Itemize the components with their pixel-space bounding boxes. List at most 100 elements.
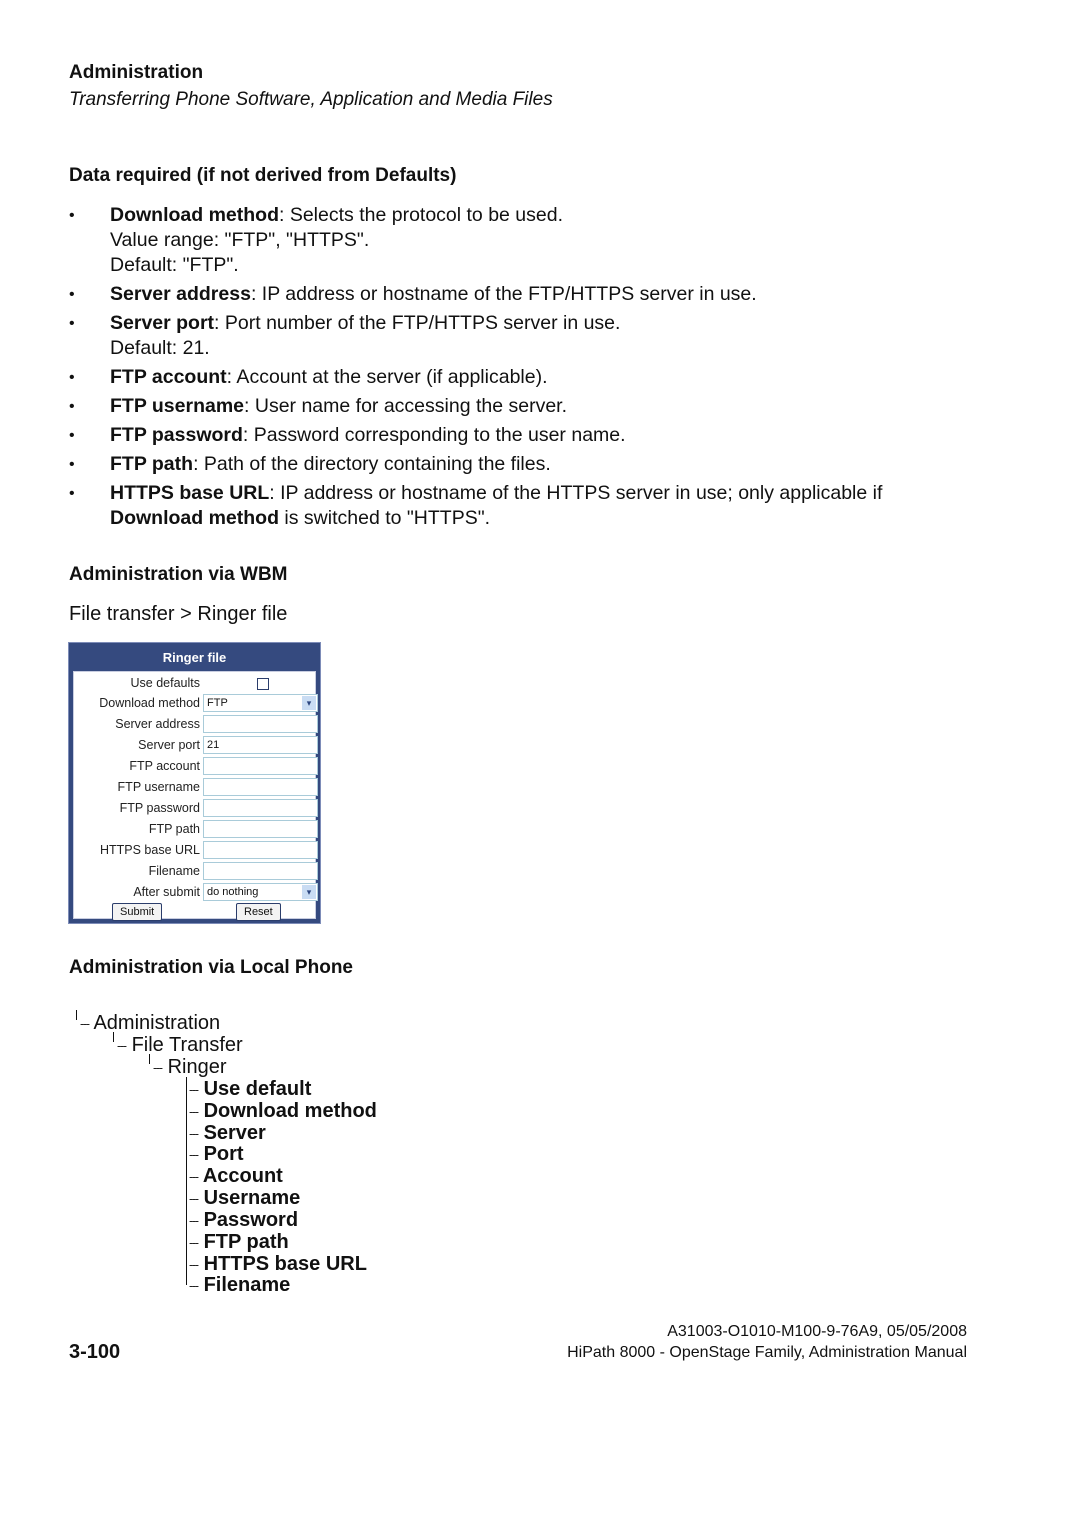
submit-button[interactable]: Submit — [112, 903, 163, 921]
ftp-account-label: FTP account — [129, 759, 200, 773]
after-submit-label: After submit — [133, 885, 200, 899]
ftp-username-input[interactable] — [203, 778, 318, 796]
term: FTP account — [110, 366, 227, 388]
value-range: Value range: "FTP", "HTTPS". — [110, 229, 370, 251]
bullet-icon: • — [69, 485, 75, 502]
tree-dash: --- — [189, 1169, 199, 1184]
row-server-address: Server address — [74, 715, 318, 735]
node-label: File Transfer — [131, 1034, 243, 1056]
tree-dash: --- — [189, 1213, 199, 1228]
download-method-label: Download method — [99, 696, 200, 710]
ringer-file-form: Ringer file Use defaults Download method… — [68, 642, 321, 924]
data-required-heading: Data required (if not derived from Defau… — [69, 165, 457, 186]
row-buttons: Submit Reset — [74, 903, 317, 923]
bullet-icon: • — [69, 398, 75, 415]
document-code: A31003-O1010-M100-9-76A9, 05/05/2008 — [667, 1323, 967, 1340]
tree-connector — [186, 1077, 187, 1285]
term: FTP username — [110, 395, 245, 417]
term: FTP path — [110, 453, 194, 475]
ftp-path-input[interactable] — [203, 820, 318, 838]
list-item-download-method: • Download method: Selects the protocol … — [69, 203, 1009, 278]
ftp-password-label: FTP password — [119, 801, 200, 815]
after-submit-value: do nothing — [207, 886, 259, 898]
leaf-label: Username — [203, 1187, 301, 1209]
ftp-password-input[interactable] — [203, 799, 318, 817]
leaf-label: Port — [203, 1143, 244, 1165]
tree-dash: --- — [189, 1126, 199, 1141]
row-ftp-path: FTP path — [74, 820, 318, 840]
chevron-down-icon[interactable]: ▾ — [302, 885, 316, 899]
form-body: Use defaults Download method FTP ▾ Serve… — [73, 671, 318, 921]
tree-leaf: --- Account — [189, 1165, 283, 1188]
tree-node-file-transfer: --- File Transfer — [117, 1034, 243, 1057]
description: : User name for accessing the server. — [244, 395, 567, 417]
download-method-select[interactable]: FTP ▾ — [203, 694, 318, 712]
bullet-icon: • — [69, 286, 75, 303]
ftp-account-input[interactable] — [203, 757, 318, 775]
bullet-icon: • — [69, 456, 75, 473]
tree-dash: --- — [189, 1257, 199, 1272]
wbm-heading: Administration via WBM — [69, 564, 288, 585]
tree-leaf: --- Download method — [189, 1100, 377, 1123]
server-address-input[interactable] — [203, 715, 318, 733]
leaf-label: HTTPS base URL — [203, 1253, 367, 1275]
node-label: Ringer — [167, 1056, 227, 1078]
tree-connector — [76, 1010, 77, 1020]
row-use-defaults: Use defaults — [74, 674, 317, 694]
page-number: 3-100 — [69, 1341, 121, 1363]
description: : Selects the protocol to be used. — [279, 204, 564, 226]
tree-node-ringer: --- Ringer — [153, 1056, 226, 1079]
description: : Password corresponding to the user nam… — [242, 424, 626, 446]
filename-input[interactable] — [203, 862, 318, 880]
description: : IP address or hostname of the HTTPS se… — [269, 482, 883, 504]
leaf-label: Download method — [203, 1100, 377, 1122]
tree-dash: --- — [189, 1191, 199, 1206]
term: Server address — [110, 283, 251, 305]
leaf-label: FTP path — [203, 1231, 289, 1253]
tree-dash: --- — [189, 1147, 199, 1162]
list-item-ftp-path: • FTP path: Path of the directory contai… — [69, 452, 1009, 477]
https-base-url-input[interactable] — [203, 841, 318, 859]
tree-leaf: --- Server — [189, 1122, 266, 1145]
row-filename: Filename — [74, 862, 318, 882]
bullet-icon: • — [69, 369, 75, 386]
bullet-icon: • — [69, 315, 75, 332]
data-required-list: • Download method: Selects the protocol … — [69, 203, 1009, 535]
tree-leaf: --- Port — [189, 1143, 244, 1166]
row-download-method: Download method FTP ▾ — [74, 694, 318, 714]
use-defaults-checkbox[interactable] — [257, 678, 269, 690]
server-port-label: Server port — [138, 738, 200, 752]
tree-leaf: --- Username — [189, 1187, 300, 1210]
list-item-ftp-password: • FTP password: Password corresponding t… — [69, 423, 1009, 448]
row-after-submit: After submit do nothing ▾ — [74, 883, 318, 903]
tree-node-administration: --- Administration — [80, 1012, 220, 1035]
tree-dash: --- — [189, 1104, 199, 1119]
leaf-label: Filename — [203, 1274, 291, 1296]
ftp-username-label: FTP username — [117, 780, 200, 794]
tree-dash: --- — [189, 1082, 199, 1097]
tree-leaf: --- Password — [189, 1209, 298, 1232]
manual-title: HiPath 8000 - OpenStage Family, Administ… — [567, 1344, 967, 1361]
row-https-base-url: HTTPS base URL — [74, 841, 318, 861]
description: : Account at the server (if applicable). — [226, 366, 548, 388]
form-title: Ringer file — [162, 650, 227, 665]
use-defaults-label: Use defaults — [130, 676, 200, 690]
chevron-down-icon[interactable]: ▾ — [302, 696, 316, 710]
chapter-subtitle: Transferring Phone Software, Application… — [69, 89, 553, 110]
bullet-icon: • — [69, 427, 75, 444]
row-server-port: Server port 21 — [74, 736, 318, 756]
reset-button[interactable]: Reset — [236, 903, 281, 921]
tree-dash: --- — [189, 1278, 199, 1293]
server-address-label: Server address — [115, 717, 200, 731]
tree-leaf: --- HTTPS base URL — [189, 1253, 367, 1276]
tree-dash: --- — [117, 1038, 127, 1053]
default-value: Default: "FTP". — [110, 254, 239, 276]
server-port-input[interactable]: 21 — [203, 736, 318, 754]
node-label: Administration — [93, 1012, 221, 1034]
list-item-server-port: • Server port: Port number of the FTP/HT… — [69, 311, 1009, 361]
description: : Port number of the FTP/HTTPS server in… — [214, 312, 621, 334]
list-item-server-address: • Server address: IP address or hostname… — [69, 282, 1009, 307]
download-method-value: FTP — [207, 697, 228, 709]
leaf-label: Account — [202, 1165, 283, 1187]
after-submit-select[interactable]: do nothing ▾ — [203, 883, 318, 901]
